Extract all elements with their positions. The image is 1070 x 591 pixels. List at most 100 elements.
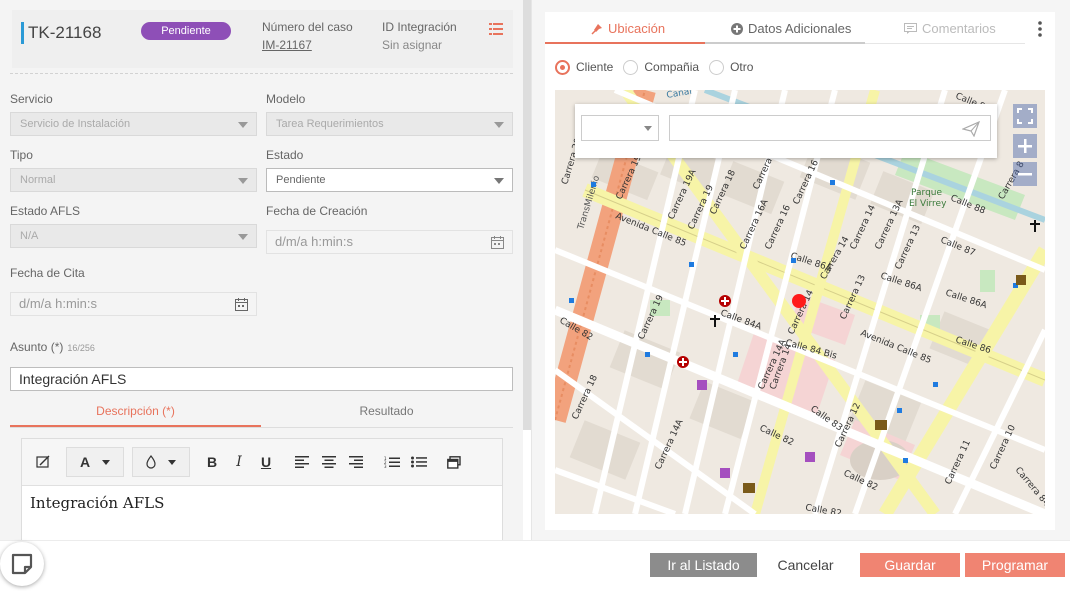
integration-id-value: Sin asignar (382, 38, 443, 52)
save-button[interactable]: Guardar (860, 553, 960, 577)
go-to-list-button[interactable]: Ir al Listado (650, 553, 757, 577)
radio-unselected-icon (623, 59, 639, 75)
chevron-down-icon (494, 122, 504, 128)
tab-datos-label: Datos Adicionales (748, 21, 852, 36)
send-plane-icon[interactable] (962, 121, 980, 137)
ordered-list-button[interactable]: 123 (382, 447, 402, 477)
editor-toolbar: A B I U 1 2 3 (22, 439, 502, 486)
tab-datos-adicionales[interactable]: Datos Adicionales (731, 21, 851, 36)
modelo-label: Modelo (266, 92, 306, 106)
fecha-creacion-label: Fecha de Creación (266, 204, 368, 218)
form-scrollbar[interactable] (523, 0, 531, 430)
estado-select[interactable]: Pendiente (266, 168, 513, 192)
location-type-radios: Cliente Compañia Otro (555, 58, 763, 76)
vertical-dots-icon[interactable] (1033, 20, 1047, 38)
bullet-list-button[interactable] (409, 447, 429, 477)
header-separator (10, 73, 513, 74)
chevron-down-icon (644, 126, 652, 131)
status-badge: Pendiente (141, 22, 231, 40)
details-card: Ubicación Datos Adicionales Comentarios (545, 12, 1055, 530)
tab-descripcion[interactable]: Descripción (*) (10, 404, 261, 418)
tab-ubicacion-label: Ubicación (608, 21, 666, 36)
align-center-icon (322, 456, 336, 468)
location-marker[interactable] (792, 294, 806, 308)
tab-ubicacion[interactable]: Ubicación (591, 21, 665, 36)
bold-button[interactable]: B (202, 447, 222, 477)
fecha-cita-placeholder: d/m/a h:min:s (19, 296, 98, 311)
align-right-button[interactable] (346, 447, 366, 477)
radio-otro[interactable]: Otro (709, 59, 754, 75)
tab-comentarios[interactable]: Comentarios (904, 21, 996, 36)
tab-comentarios-label: Comentarios (922, 21, 996, 36)
bullet-list-icon (411, 456, 427, 468)
map-label-el-virrey: El Virrey (909, 199, 947, 209)
chevron-down-icon (238, 178, 248, 184)
map-address-input[interactable] (669, 115, 991, 141)
font-color-dropdown[interactable]: A (66, 447, 124, 477)
active-tab-indicator (545, 42, 705, 44)
case-number-link[interactable]: IM-21167 (262, 38, 312, 52)
case-number-label: Número del caso (262, 20, 353, 34)
fecha-cita-field[interactable]: d/m/a h:min:s (10, 292, 257, 316)
case-form-panel: TK-21168 Pendiente Número del caso IM-21… (0, 0, 523, 540)
eraser-icon (36, 455, 50, 468)
map-label-parque: Parque (911, 188, 942, 198)
chevron-down-icon (238, 234, 248, 240)
svg-text:3: 3 (384, 464, 387, 468)
tab-underline (705, 42, 865, 44)
radio-cliente-label: Cliente (576, 60, 614, 74)
align-center-button[interactable] (319, 447, 339, 477)
radio-selected-icon (555, 59, 570, 75)
fecha-cita-label: Fecha de Cita (10, 266, 85, 280)
calendar-icon[interactable] (235, 298, 248, 311)
editor-content[interactable]: Integración AFLS (30, 494, 164, 512)
map-search-type-select[interactable] (581, 115, 659, 141)
zoom-out-button[interactable] (1013, 162, 1037, 186)
notes-button[interactable] (0, 542, 44, 586)
radio-otro-label: Otro (730, 60, 754, 74)
tab-resultado[interactable]: Resultado (261, 404, 512, 418)
tipo-label: Tipo (10, 148, 33, 162)
minus-icon (1018, 173, 1032, 176)
fullscreen-button[interactable] (1013, 104, 1037, 128)
cancel-button[interactable]: Cancelar (770, 553, 841, 577)
modelo-select: Tarea Requerimientos (266, 112, 513, 136)
modelo-value: Tarea Requerimientos (276, 118, 384, 130)
details-tabs: Ubicación Datos Adicionales Comentarios (545, 12, 1055, 44)
plus-circle-icon (731, 22, 743, 35)
servicio-label: Servicio (10, 92, 53, 106)
estado-afls-label: Estado AFLS (10, 204, 81, 218)
list-icon[interactable] (489, 23, 503, 35)
tipo-select: Normal (10, 168, 257, 192)
radio-compania-label: Compañia (644, 60, 700, 74)
servicio-value: Servicio de Instalación (20, 118, 131, 130)
asunto-label-text: Asunto (*) (10, 340, 64, 354)
chevron-down-icon (494, 178, 504, 184)
radio-compania[interactable]: Compañia (623, 59, 700, 75)
clear-format-button[interactable] (32, 447, 56, 477)
estado-value: Pendiente (276, 174, 326, 186)
comment-icon (904, 23, 917, 34)
align-left-button[interactable] (292, 447, 312, 477)
radio-cliente[interactable]: Cliente (555, 59, 614, 75)
chevron-down-icon (102, 459, 111, 465)
location-map[interactable]: Avenida Calle 85 Avenida Calle 85 Calle … (555, 90, 1045, 514)
radio-unselected-icon (709, 59, 725, 75)
italic-button[interactable]: I (229, 447, 249, 477)
case-id-accent-bar (21, 22, 24, 44)
window-icon (447, 455, 461, 469)
zoom-in-button[interactable] (1013, 134, 1037, 158)
fullscreen-icon (1017, 108, 1033, 124)
underline-button[interactable]: U (256, 447, 276, 477)
droplet-icon (146, 455, 156, 469)
case-id: TK-21168 (28, 23, 102, 42)
schedule-button[interactable]: Programar (965, 553, 1065, 577)
background-color-dropdown[interactable] (132, 447, 190, 477)
insert-table-button[interactable] (444, 447, 464, 477)
asunto-input[interactable]: Integración AFLS (10, 367, 513, 391)
asunto-label: Asunto (*) 16/256 (10, 340, 95, 354)
chevron-down-icon (238, 122, 248, 128)
calendar-icon (491, 236, 504, 249)
map-search-panel (575, 104, 997, 158)
servicio-select: Servicio de Instalación (10, 112, 257, 136)
